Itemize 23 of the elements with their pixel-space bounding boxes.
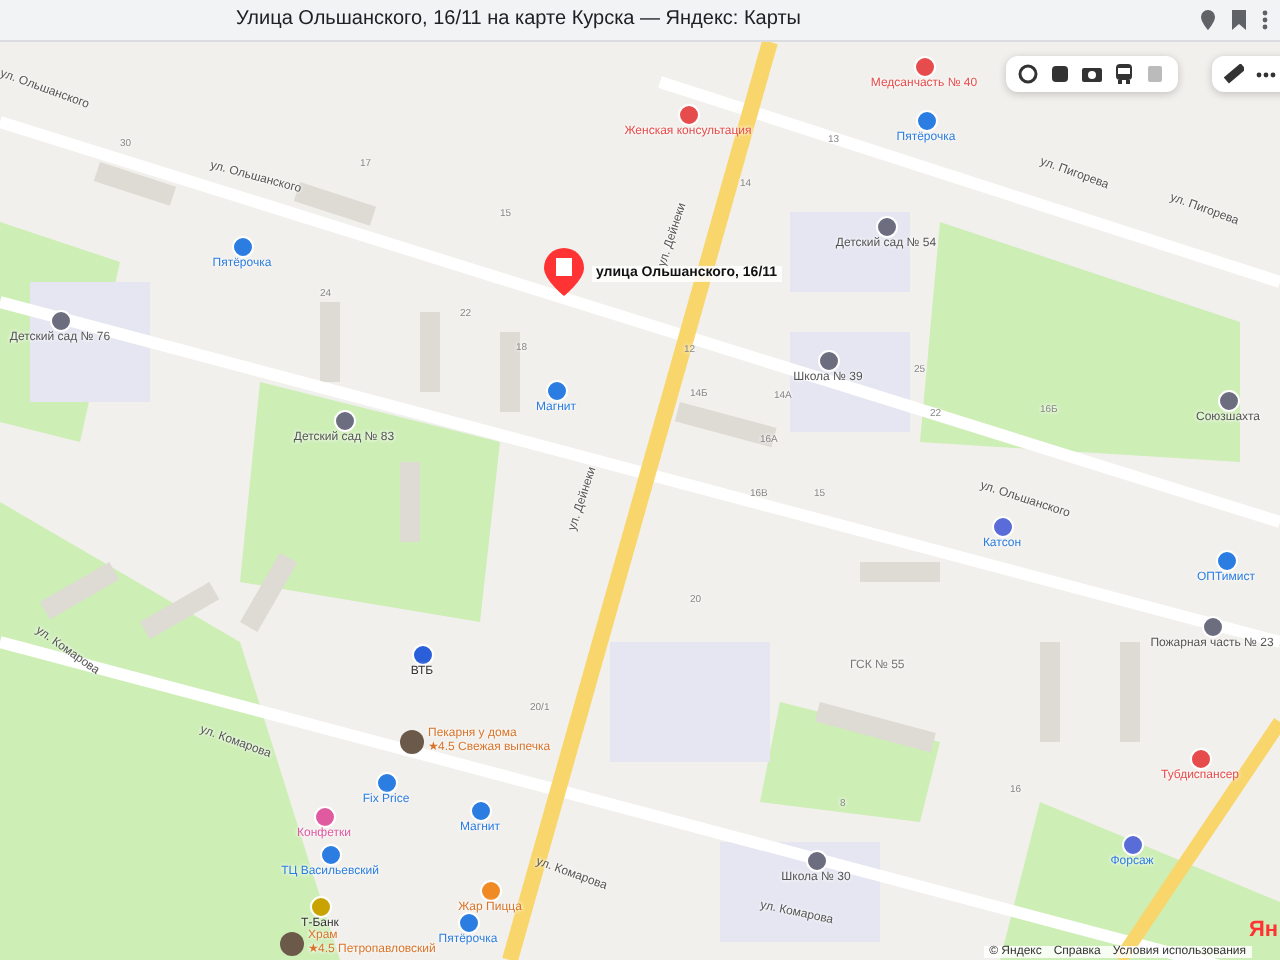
building <box>400 462 420 542</box>
bookmark-icon[interactable] <box>1232 10 1246 30</box>
school-ground <box>790 212 910 292</box>
bus-icon[interactable] <box>1114 64 1134 84</box>
more-icon[interactable] <box>1256 71 1276 77</box>
layers-icon[interactable] <box>1018 64 1038 84</box>
location-icon[interactable] <box>1200 10 1216 30</box>
ruler-icon[interactable] <box>1224 64 1244 84</box>
yandex-logo: Ян <box>1248 918 1278 942</box>
photo-placeholder[interactable] <box>400 729 424 754</box>
poi-icon[interactable] <box>457 912 479 934</box>
school-ground <box>790 332 910 432</box>
place-pin-icon[interactable] <box>544 248 584 296</box>
more-icon[interactable] <box>1262 10 1268 30</box>
camera-icon[interactable] <box>1082 64 1102 84</box>
building <box>320 302 340 382</box>
photo-placeholder[interactable] <box>280 931 304 956</box>
building <box>420 312 440 392</box>
window-title: Улица Ольшанского, 16/11 на карте Курска — Яндекс: Карты <box>236 8 801 30</box>
building <box>860 562 940 582</box>
building <box>1120 642 1140 742</box>
building <box>500 332 520 412</box>
building <box>1040 642 1060 742</box>
